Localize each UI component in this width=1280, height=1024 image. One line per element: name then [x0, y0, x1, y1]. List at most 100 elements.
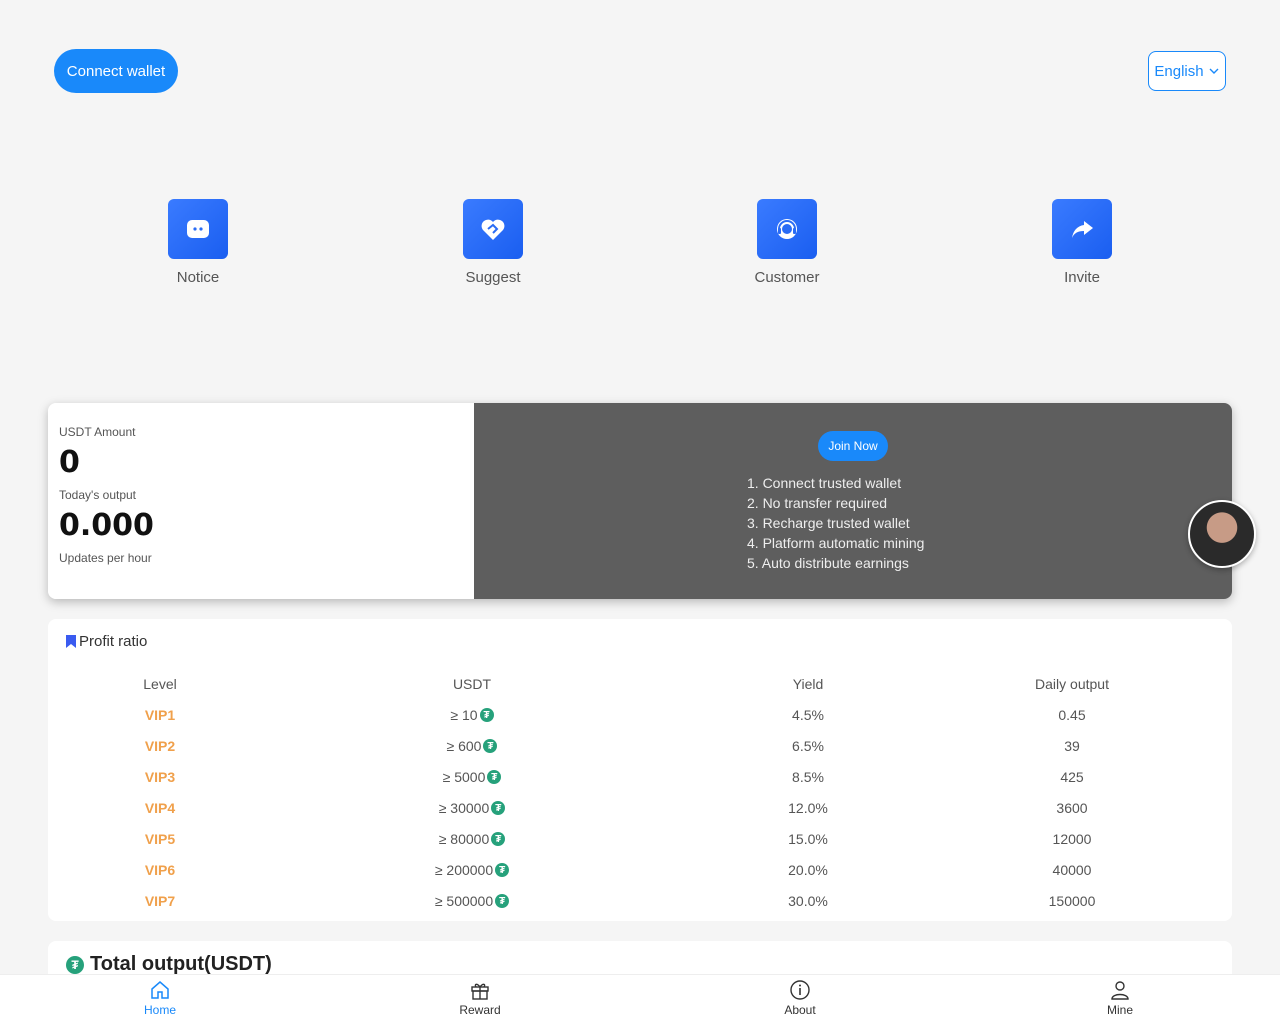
table-cell: VIP7: [110, 893, 210, 909]
tab-label: Mine: [1106, 1003, 1133, 1017]
cell-text: ≥ 5000: [442, 768, 486, 785]
table-cell: ≥ 500000 ₮: [422, 893, 522, 909]
table-cell: VIP5: [110, 831, 210, 847]
table-cell: ≥ 30000 ₮: [422, 800, 522, 816]
table-row: VIP4 ≥ 30000 ₮ 12.0% 3600: [48, 792, 1232, 823]
cell-text: VIP7: [144, 892, 176, 909]
gift-icon: [471, 983, 489, 1000]
profit-ratio-title: Profit ratio: [66, 633, 147, 650]
tab-label: Reward: [459, 1003, 501, 1017]
chevron-down-icon: [1209, 68, 1219, 74]
tab-label: About: [784, 1003, 816, 1017]
header-cell: Level: [110, 676, 210, 692]
quick-action-label: Suggest: [465, 269, 521, 286]
table-cell: 0.45: [1022, 707, 1122, 723]
table-row: VIP6 ≥ 200000 ₮ 20.0% 40000: [48, 854, 1232, 885]
table-row: VIP7 ≥ 500000 ₮ 30.0% 150000: [48, 885, 1232, 916]
table-cell: 15.0%: [758, 831, 858, 847]
table-cell: 39: [1022, 738, 1122, 754]
quick-action-label: Invite: [1064, 269, 1100, 286]
cell-text: ≥ 10: [450, 706, 478, 723]
table-cell: VIP1: [110, 707, 210, 723]
language-label: English: [1154, 62, 1204, 80]
table-cell: 4.5%: [758, 707, 858, 723]
quick-action-customer[interactable]: Customer: [727, 199, 847, 286]
cell-text: VIP4: [144, 799, 176, 816]
header-cell: Daily output: [1022, 676, 1122, 692]
header-cell: Yield: [758, 676, 858, 692]
tether-icon: ₮: [491, 801, 506, 815]
tether-icon: ₮: [487, 770, 502, 784]
tether-icon: ₮: [495, 894, 510, 908]
table-cell: ≥ 200000 ₮: [422, 862, 522, 878]
step-item: 3. Recharge trusted wallet: [747, 515, 910, 531]
table-cell: 6.5%: [758, 738, 858, 754]
table-cell: 12.0%: [758, 800, 858, 816]
cell-text: 4.5%: [792, 706, 824, 723]
table-cell: VIP3: [110, 769, 210, 785]
user-icon: [1111, 981, 1129, 1000]
cell-text: Yield: [792, 675, 824, 692]
cell-text: 6.5%: [792, 737, 824, 754]
language-select[interactable]: English: [1148, 51, 1226, 91]
cell-text: USDT: [452, 675, 492, 692]
table-cell: VIP2: [110, 738, 210, 754]
support-avatar[interactable]: [1188, 500, 1256, 568]
table-row: VIP1 ≥ 10 ₮ 4.5% 0.45: [48, 699, 1232, 730]
cell-text: ≥ 200000: [434, 861, 494, 878]
steps-list: 1. Connect trusted wallet 2. No transfer…: [747, 473, 947, 573]
cell-text: 12000: [1052, 830, 1092, 847]
tab-about[interactable]: About: [760, 979, 840, 1017]
total-output-title: ₮ Total output(USDT): [64, 953, 272, 976]
table-cell: 150000: [1022, 893, 1122, 909]
cell-text: ≥ 30000: [438, 799, 490, 816]
table-header: Level USDT Yield Daily output: [48, 668, 1232, 699]
quick-action-suggest[interactable]: Suggest: [433, 199, 553, 286]
cell-text: VIP2: [144, 737, 176, 754]
cell-text: VIP6: [144, 861, 176, 878]
quick-action-invite[interactable]: Invite: [1022, 199, 1142, 286]
tether-icon: ₮: [495, 863, 510, 877]
tether-icon: ₮: [483, 739, 498, 753]
tab-mine[interactable]: Mine: [1080, 979, 1160, 1017]
step-item: 2. No transfer required: [747, 495, 888, 511]
tab-reward[interactable]: Reward: [440, 979, 520, 1017]
cell-text: 15.0%: [788, 830, 828, 847]
cell-text: 40000: [1052, 861, 1092, 878]
step-item: 4. Platform automatic mining: [747, 535, 925, 551]
info-icon: [790, 980, 810, 1000]
connect-wallet-button[interactable]: Connect wallet: [54, 49, 178, 93]
headset-icon: [757, 199, 817, 259]
table-row: VIP5 ≥ 80000 ₮ 15.0% 12000: [48, 823, 1232, 854]
cell-text: 8.5%: [792, 768, 824, 785]
cell-text: VIP1: [144, 706, 176, 723]
handshake-heart-icon: [463, 199, 523, 259]
table-cell: 425: [1022, 769, 1122, 785]
join-now-button[interactable]: Join Now: [818, 431, 888, 461]
cell-text: Level: [143, 675, 177, 692]
today-output-label: Today's output: [59, 488, 137, 502]
table-cell: 8.5%: [758, 769, 858, 785]
header-cell: USDT: [422, 676, 522, 692]
total-output-title-text: Total output(USDT): [90, 953, 272, 975]
table-row: VIP2 ≥ 600 ₮ 6.5% 39: [48, 730, 1232, 761]
quick-action-label: Customer: [754, 269, 820, 286]
cell-text: 12.0%: [788, 799, 828, 816]
tab-home[interactable]: Home: [120, 979, 200, 1017]
tether-icon: ₮: [66, 955, 84, 974]
quick-action-notice[interactable]: Notice: [138, 199, 258, 286]
cell-text: ≥ 600: [446, 737, 482, 754]
table-cell: ≥ 10 ₮: [422, 707, 522, 723]
table-cell: VIP6: [110, 862, 210, 878]
usdt-amount-label: USDT Amount: [59, 425, 136, 439]
table-cell: ≥ 600 ₮: [422, 738, 522, 754]
table-cell: VIP4: [110, 800, 210, 816]
today-output-value: 0.000: [59, 508, 154, 543]
cell-text: 425: [1060, 768, 1084, 785]
cell-text: 20.0%: [788, 861, 828, 878]
tether-icon: ₮: [479, 708, 494, 722]
cell-text: ≥ 80000: [438, 830, 490, 847]
cell-text: 30.0%: [788, 892, 828, 909]
table-cell: 3600: [1022, 800, 1122, 816]
table-cell: 30.0%: [758, 893, 858, 909]
